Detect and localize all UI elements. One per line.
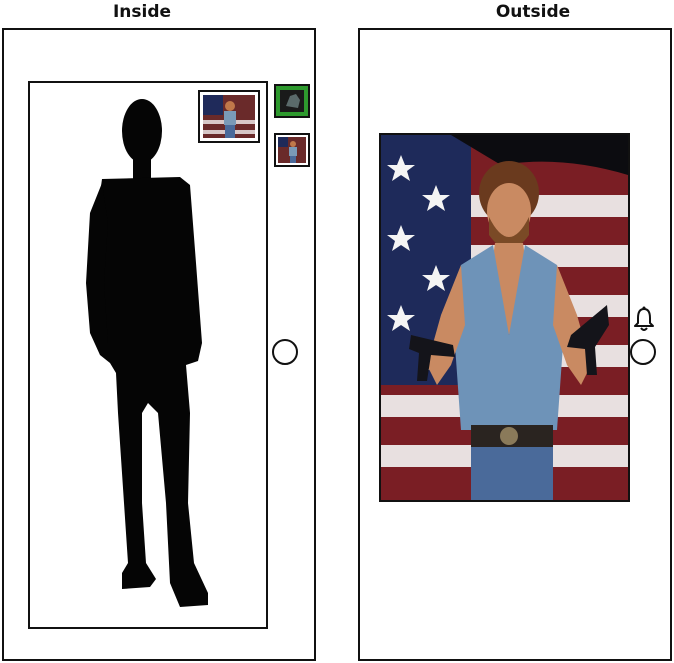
inside-doorknob-icon[interactable] xyxy=(272,339,298,365)
inside-door-panel xyxy=(28,81,268,629)
inside-label: Inside xyxy=(112,2,172,22)
bell-icon[interactable] xyxy=(632,306,656,332)
outside-label: Outside xyxy=(495,2,571,22)
camera-feed-green-thumbnail[interactable] xyxy=(274,84,310,118)
person-silhouette xyxy=(86,99,208,607)
outside-poster xyxy=(379,133,630,502)
camera-feed-poster-thumbnail[interactable] xyxy=(274,133,310,167)
outside-doorknob-icon[interactable] xyxy=(630,339,656,365)
inside-poster-thumbnail xyxy=(198,90,260,143)
